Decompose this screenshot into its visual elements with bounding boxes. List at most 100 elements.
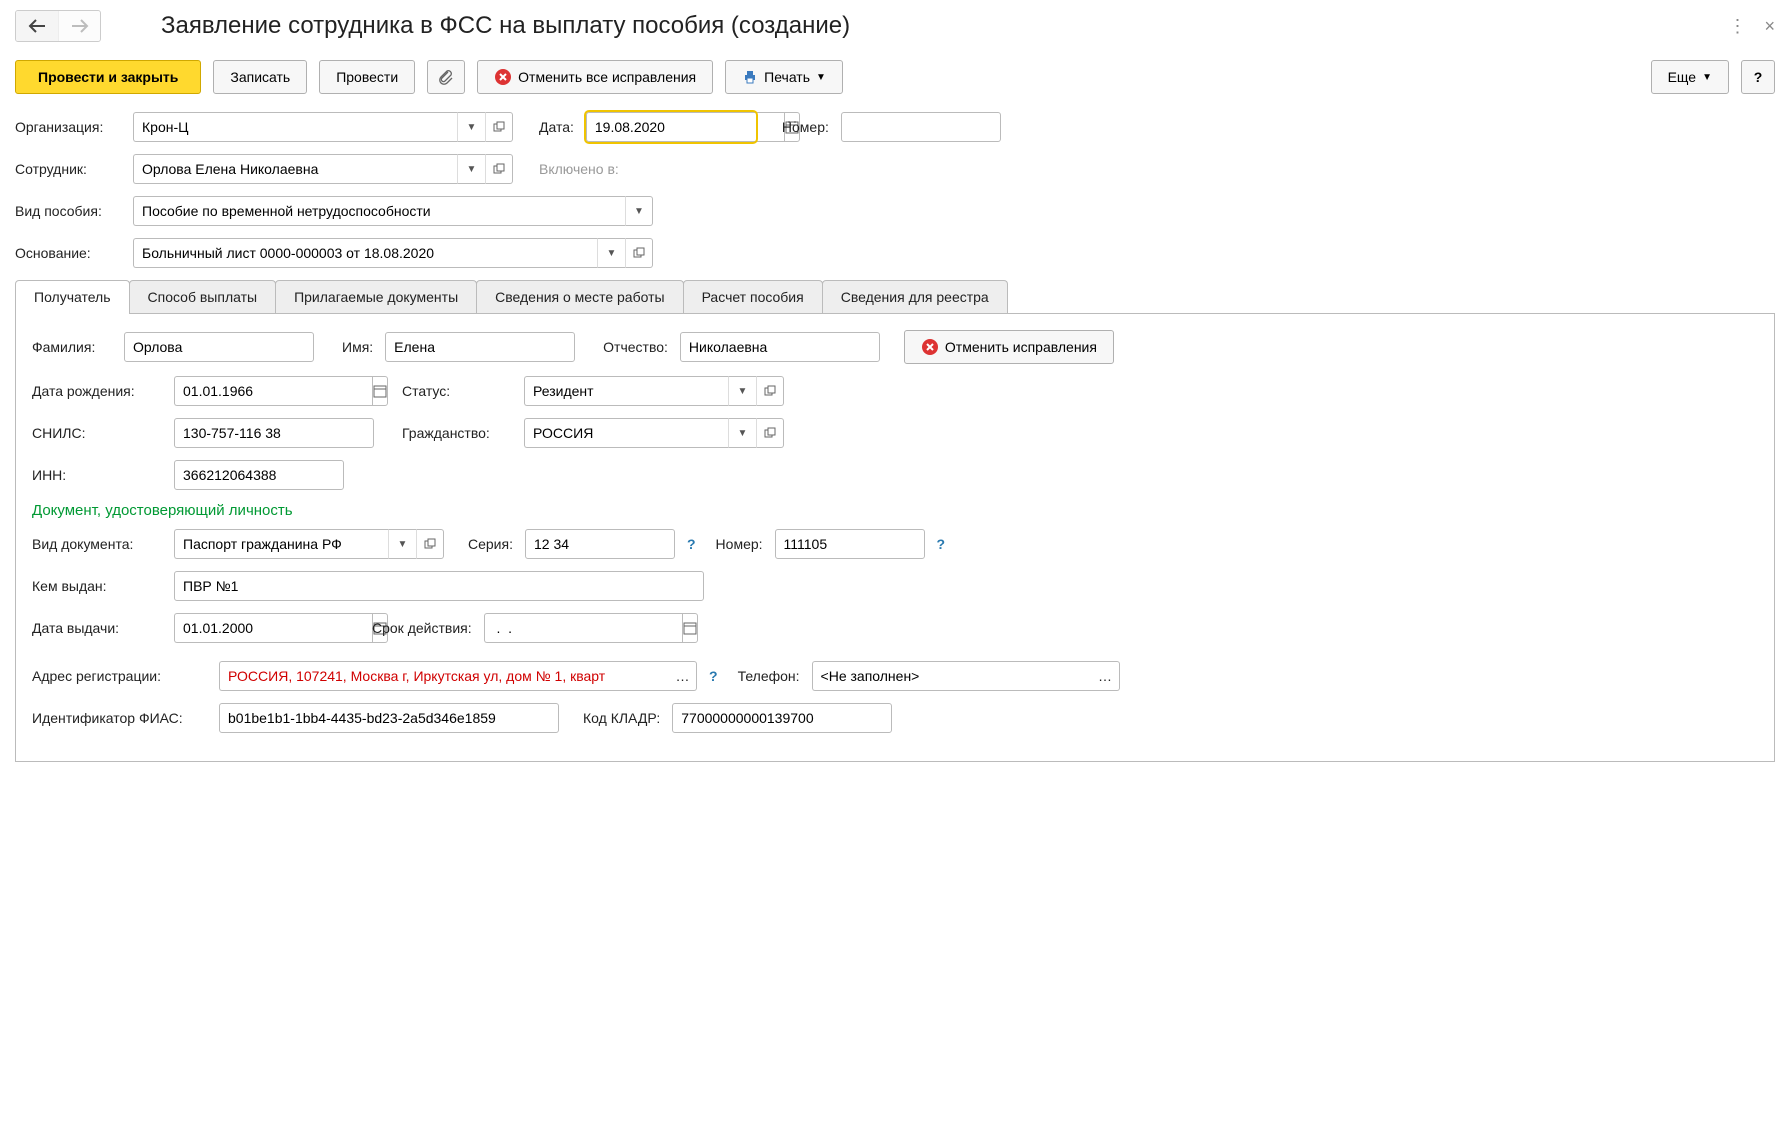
close-icon[interactable]: × [1764, 16, 1775, 37]
tab-attached-docs[interactable]: Прилагаемые документы [275, 280, 477, 313]
employee-input[interactable] [133, 154, 457, 184]
snils-input[interactable] [174, 418, 374, 448]
number-label: Номер: [782, 119, 829, 135]
calendar-icon[interactable] [682, 613, 698, 643]
open-icon[interactable] [485, 112, 513, 142]
issued-by-label: Кем выдан: [32, 578, 162, 594]
cancel-corrections-label: Отменить исправления [945, 339, 1097, 355]
nav-forward-button[interactable] [58, 11, 100, 41]
address-input[interactable] [219, 661, 669, 691]
dob-input[interactable] [174, 376, 372, 406]
expiry-field[interactable] [484, 613, 654, 643]
kladr-input[interactable] [672, 703, 892, 733]
page-title: Заявление сотрудника в ФСС на выплату по… [161, 12, 1728, 40]
chevron-down-icon: ▼ [816, 72, 826, 83]
printer-icon [742, 69, 758, 85]
open-icon[interactable] [756, 418, 784, 448]
benefit-type-field[interactable]: ▼ [133, 196, 653, 226]
ellipsis-icon[interactable]: … [669, 661, 697, 691]
help-icon[interactable]: ? [683, 536, 700, 552]
doc-number-input[interactable] [775, 529, 925, 559]
submit-and-close-button[interactable]: Провести и закрыть [15, 60, 201, 94]
print-button[interactable]: Печать ▼ [725, 60, 843, 94]
ellipsis-icon[interactable]: … [1092, 661, 1120, 691]
cancel-icon [921, 338, 939, 356]
tab-registry-info[interactable]: Сведения для реестра [822, 280, 1008, 313]
calendar-icon[interactable] [372, 376, 388, 406]
more-label: Еще [1668, 69, 1697, 85]
more-button[interactable]: Еще ▼ [1651, 60, 1729, 94]
attach-button[interactable] [427, 60, 465, 94]
number-input[interactable] [841, 112, 1001, 142]
basis-field[interactable]: ▼ [133, 238, 653, 268]
dropdown-icon[interactable]: ▼ [388, 529, 416, 559]
citizenship-label: Гражданство: [402, 425, 512, 441]
cancel-icon [494, 68, 512, 86]
date-field[interactable] [586, 112, 756, 142]
tab-content-recipient: Фамилия: Имя: Отчество: Отменить исправл… [15, 314, 1775, 762]
dropdown-icon[interactable]: ▼ [728, 418, 756, 448]
inn-label: ИНН: [32, 467, 162, 483]
citizenship-field[interactable]: ▼ [524, 418, 784, 448]
series-label: Серия: [468, 536, 513, 552]
issue-date-input[interactable] [174, 613, 372, 643]
tab-recipient[interactable]: Получатель [15, 280, 130, 313]
inn-input[interactable] [174, 460, 344, 490]
dropdown-icon[interactable]: ▼ [728, 376, 756, 406]
help-icon[interactable]: ? [705, 668, 722, 684]
status-input[interactable] [524, 376, 728, 406]
help-icon[interactable]: ? [933, 536, 950, 552]
dropdown-icon[interactable]: ▼ [625, 196, 653, 226]
benefit-type-input[interactable] [133, 196, 625, 226]
phone-input[interactable] [812, 661, 1092, 691]
dob-field[interactable] [174, 376, 344, 406]
date-input[interactable] [586, 112, 784, 142]
dob-label: Дата рождения: [32, 383, 162, 399]
doc-type-input[interactable] [174, 529, 388, 559]
tab-bar: Получатель Способ выплаты Прилагаемые до… [15, 280, 1775, 314]
cancel-corrections-button[interactable]: Отменить исправления [904, 330, 1114, 364]
kladr-label: Код КЛАДР: [583, 710, 660, 726]
org-field[interactable]: ▼ [133, 112, 513, 142]
benefit-type-label: Вид пособия: [15, 203, 125, 219]
doc-type-field[interactable]: ▼ [174, 529, 444, 559]
date-label: Дата: [539, 119, 574, 135]
employee-label: Сотрудник: [15, 161, 125, 177]
snils-label: СНИЛС: [32, 425, 162, 441]
fias-input[interactable] [219, 703, 559, 733]
date-field-highlight [586, 112, 756, 142]
dropdown-icon[interactable]: ▼ [457, 112, 485, 142]
open-icon[interactable] [416, 529, 444, 559]
tab-benefit-calc[interactable]: Расчет пособия [683, 280, 823, 313]
citizenship-input[interactable] [524, 418, 728, 448]
expiry-label: Срок действия: [372, 620, 472, 636]
firstname-label: Имя: [342, 339, 373, 355]
kebab-menu-icon[interactable]: ⋮ [1728, 16, 1746, 37]
org-input[interactable] [133, 112, 457, 142]
nav-back-button[interactable] [16, 11, 58, 41]
cancel-all-corrections-button[interactable]: Отменить все исправления [477, 60, 713, 94]
tab-workplace-info[interactable]: Сведения о месте работы [476, 280, 683, 313]
issued-by-input[interactable] [174, 571, 704, 601]
firstname-input[interactable] [385, 332, 575, 362]
submit-button[interactable]: Провести [319, 60, 415, 94]
series-input[interactable] [525, 529, 675, 559]
open-icon[interactable] [756, 376, 784, 406]
status-field[interactable]: ▼ [524, 376, 784, 406]
phone-field[interactable]: … [812, 661, 1120, 691]
issue-date-field[interactable] [174, 613, 344, 643]
basis-input[interactable] [133, 238, 597, 268]
save-button[interactable]: Записать [213, 60, 307, 94]
address-field[interactable]: … [219, 661, 697, 691]
dropdown-icon[interactable]: ▼ [457, 154, 485, 184]
lastname-input[interactable] [124, 332, 314, 362]
open-icon[interactable] [625, 238, 653, 268]
employee-field[interactable]: ▼ [133, 154, 513, 184]
middlename-input[interactable] [680, 332, 880, 362]
help-button[interactable]: ? [1741, 60, 1775, 94]
expiry-input[interactable] [484, 613, 682, 643]
open-icon[interactable] [485, 154, 513, 184]
dropdown-icon[interactable]: ▼ [597, 238, 625, 268]
tab-payment-method[interactable]: Способ выплаты [129, 280, 277, 313]
print-label: Печать [764, 69, 810, 85]
